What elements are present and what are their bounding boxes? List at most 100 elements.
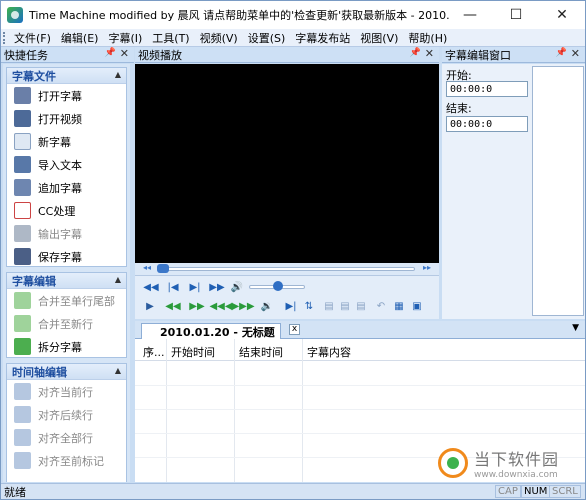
task-align-prev-mark[interactable]: 对齐至前标记 bbox=[7, 449, 126, 472]
volume-icon[interactable]: 🔊 bbox=[229, 280, 245, 294]
tab-close-button[interactable]: x bbox=[289, 324, 300, 335]
jump-back-icon[interactable]: ◀◀◀ bbox=[209, 299, 232, 313]
group-timeline-edit: 时间轴编辑 ▲ 对齐当前行 对齐后续行 对齐全部行 对齐至前标记 bbox=[6, 363, 127, 482]
col-content[interactable]: 字幕内容 bbox=[307, 344, 351, 360]
new-subtitle-icon bbox=[14, 133, 31, 150]
collapse-icon[interactable]: ▲ bbox=[115, 366, 121, 375]
menu-settings[interactable]: 设置(S) bbox=[243, 30, 291, 46]
task-align-following[interactable]: 对齐后续行 bbox=[7, 403, 126, 426]
mark-out-icon[interactable]: ⇅ bbox=[303, 299, 315, 313]
close-icon[interactable]: ✕ bbox=[571, 47, 580, 60]
task-merge-new-line[interactable]: 合并至新行 bbox=[7, 312, 126, 335]
step-back-icon[interactable]: ◀◀ bbox=[165, 299, 181, 313]
app-logo-icon bbox=[7, 7, 23, 23]
watermark-url: www.downxia.com bbox=[474, 470, 558, 480]
step-forward-icon[interactable]: ▶▶ bbox=[189, 299, 205, 313]
tool-4-icon[interactable]: ↶ bbox=[375, 299, 387, 313]
group-title-label: 字幕编辑 bbox=[12, 274, 56, 288]
volume-thumb[interactable] bbox=[273, 281, 283, 291]
menu-tools[interactable]: 工具(T) bbox=[147, 30, 194, 46]
speaker-icon[interactable]: 🔉 bbox=[259, 299, 275, 313]
tab-menu-icon[interactable]: ▼ bbox=[572, 323, 579, 333]
pin-icon[interactable]: 📌 bbox=[556, 48, 567, 58]
split-subtitle-icon bbox=[14, 338, 31, 355]
task-open-subtitle[interactable]: 打开字幕 bbox=[7, 84, 126, 107]
seek-thumb[interactable] bbox=[157, 264, 169, 273]
group-title-label: 时间轴编辑 bbox=[12, 365, 67, 379]
group-title[interactable]: 时间轴编辑 ▲ bbox=[7, 364, 126, 380]
play-icon[interactable]: ▶ bbox=[141, 299, 159, 313]
group-title[interactable]: 字幕编辑 ▲ bbox=[7, 273, 126, 289]
menu-file[interactable]: 文件(F) bbox=[9, 30, 56, 46]
task-pane-title: 快捷任务 bbox=[4, 48, 48, 62]
task-append-subtitle[interactable]: 追加字幕 bbox=[7, 176, 126, 199]
rewind-icon[interactable]: ◀◀ bbox=[143, 280, 159, 294]
end-time-field[interactable]: 00:00:0 bbox=[446, 116, 528, 132]
col-start-time[interactable]: 开始时间 bbox=[171, 344, 215, 360]
group-title[interactable]: 字幕文件 ▲ bbox=[7, 68, 126, 84]
tool-2-icon[interactable]: ▤ bbox=[339, 299, 351, 313]
num-indicator: NUM bbox=[521, 485, 551, 498]
task-align-all[interactable]: 对齐全部行 bbox=[7, 426, 126, 449]
task-label: 打开字幕 bbox=[38, 89, 82, 103]
seek-bar[interactable]: ◂◂ ▸▸ bbox=[135, 263, 439, 275]
document-tab-strip: 2010.01.20 - 无标题 x ▼ bbox=[135, 321, 585, 339]
task-export-subtitle[interactable]: 输出字幕 bbox=[7, 222, 126, 245]
menu-help[interactable]: 帮助(H) bbox=[403, 30, 452, 46]
menu-edit[interactable]: 编辑(E) bbox=[56, 30, 104, 46]
row-divider bbox=[135, 409, 585, 410]
task-label: 对齐至前标记 bbox=[38, 454, 104, 468]
task-label: 对齐后续行 bbox=[38, 408, 93, 422]
tool-1-icon[interactable]: ▤ bbox=[323, 299, 335, 313]
pin-icon[interactable]: 📌 bbox=[410, 48, 421, 58]
task-open-video[interactable]: 打开视频 bbox=[7, 107, 126, 130]
task-split-subtitle[interactable]: 拆分字幕 bbox=[7, 335, 126, 358]
jump-forward-icon[interactable]: ▶▶▶ bbox=[231, 299, 254, 313]
seek-forward-icon[interactable]: ▸▸ bbox=[423, 263, 431, 272]
group-title-label: 字幕文件 bbox=[12, 69, 56, 83]
maximize-button[interactable]: ☐ bbox=[493, 1, 539, 29]
align-following-icon bbox=[14, 406, 31, 423]
task-align-current[interactable]: 对齐当前行 bbox=[7, 380, 126, 403]
task-merge-line-end[interactable]: 合并至单行尾部 bbox=[7, 289, 126, 312]
close-icon[interactable]: ✕ bbox=[425, 47, 434, 60]
tool-5-icon[interactable]: ▦ bbox=[393, 299, 405, 313]
document-tab[interactable]: 2010.01.20 - 无标题 bbox=[141, 323, 281, 339]
next-icon[interactable]: ▶| bbox=[187, 280, 203, 294]
menu-subtitle[interactable]: 字幕(I) bbox=[103, 30, 147, 46]
scrl-indicator: SCRL bbox=[549, 485, 581, 498]
collapse-icon[interactable]: ▲ bbox=[115, 70, 121, 79]
video-display[interactable] bbox=[135, 64, 439, 263]
task-new-subtitle[interactable]: 新字幕 bbox=[7, 130, 126, 153]
close-button[interactable]: ✕ bbox=[539, 1, 585, 29]
row-divider bbox=[135, 433, 585, 434]
cc-process-icon bbox=[14, 202, 31, 219]
task-cc-process[interactable]: CC处理 bbox=[7, 199, 126, 222]
merge-line-end-icon bbox=[14, 292, 31, 309]
mark-in-icon[interactable]: ▶| bbox=[285, 299, 297, 313]
subtitle-text-area[interactable] bbox=[532, 66, 584, 316]
edit-panel-header: 字幕编辑窗口 📌 ✕ bbox=[442, 47, 585, 63]
task-save-subtitle[interactable]: 保存字幕 bbox=[7, 245, 126, 268]
col-end-time[interactable]: 结束时间 bbox=[239, 344, 283, 360]
task-import-text[interactable]: 导入文本 bbox=[7, 153, 126, 176]
tool-3-icon[interactable]: ▤ bbox=[355, 299, 367, 313]
window-title: Time Machine modified by 晨风 请点帮助菜单中的'检查更… bbox=[29, 9, 449, 22]
seek-track[interactable] bbox=[157, 267, 415, 271]
task-label: 对齐全部行 bbox=[38, 431, 93, 445]
collapse-icon[interactable]: ▲ bbox=[115, 275, 121, 284]
seek-back-icon[interactable]: ◂◂ bbox=[143, 263, 151, 272]
menu-video[interactable]: 视频(V) bbox=[195, 30, 243, 46]
video-panel-header: 视频播放 📌 ✕ bbox=[135, 47, 439, 63]
col-index[interactable]: 序... bbox=[143, 344, 165, 360]
menu-publish[interactable]: 字幕发布站 bbox=[290, 30, 355, 46]
minimize-button[interactable]: — bbox=[447, 1, 493, 29]
start-time-field[interactable]: 00:00:0 bbox=[446, 81, 528, 97]
close-icon[interactable]: ✕ bbox=[120, 47, 129, 60]
open-video-icon bbox=[14, 110, 31, 127]
tool-6-icon[interactable]: ▣ bbox=[411, 299, 423, 313]
menu-view[interactable]: 视图(V) bbox=[355, 30, 403, 46]
pin-icon[interactable]: 📌 bbox=[105, 48, 116, 58]
prev-icon[interactable]: |◀ bbox=[165, 280, 181, 294]
forward-icon[interactable]: ▶▶ bbox=[209, 280, 225, 294]
